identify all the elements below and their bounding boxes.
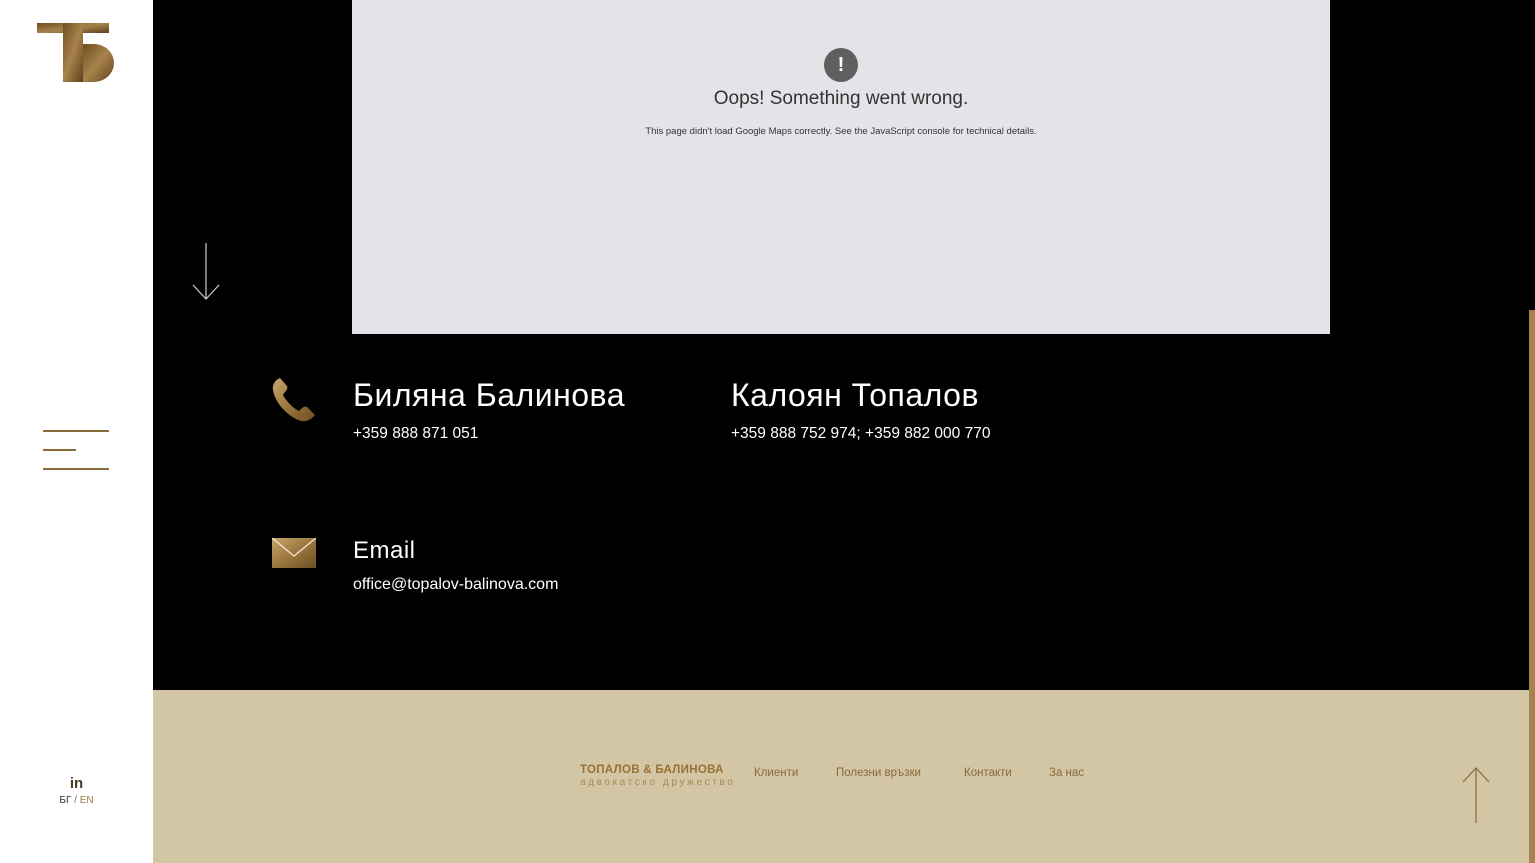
contact-phone-biliana[interactable]: +359 888 871 051 — [353, 425, 478, 443]
phone-icon — [272, 378, 315, 422]
menu-line — [43, 468, 109, 470]
sidebar-footer: in БГ / EN — [0, 775, 153, 806]
tb-monogram-logo[interactable] — [36, 22, 116, 84]
footer-link-about[interactable]: За нас — [1049, 767, 1084, 779]
footer-link-clients[interactable]: Клиенти — [754, 767, 798, 779]
map-error-title: Oops! Something went wrong. — [713, 88, 969, 109]
language-switcher: БГ / EN — [0, 795, 153, 806]
contact-phone-kaloyan[interactable]: +359 888 752 974; +359 882 000 770 — [731, 425, 990, 443]
lang-bg-link[interactable]: БГ — [59, 795, 71, 806]
left-sidebar: in БГ / EN — [0, 0, 153, 863]
menu-line — [43, 449, 76, 451]
google-map-embed[interactable]: ! Oops! Something went wrong. This page … — [352, 0, 1330, 334]
footer-brand-name: ТОПАЛОВ & БАЛИНОВА — [580, 764, 724, 776]
lang-separator: / — [74, 795, 77, 806]
envelope-icon — [272, 538, 316, 568]
menu-line — [43, 430, 109, 432]
footer-link-useful-links[interactable]: Полезни връзки — [836, 767, 921, 779]
scroll-down-arrow-icon[interactable] — [190, 243, 222, 301]
right-edge-accent — [1529, 310, 1535, 863]
hamburger-menu-button[interactable] — [43, 428, 109, 472]
footer-brand-logo[interactable]: ТОПАЛОВ & БАЛИНОВА адвокатско дружество — [580, 764, 740, 788]
error-icon: ! — [824, 48, 858, 82]
map-error-text: This page didn't load Google Maps correc… — [645, 126, 1037, 137]
contact-name-biliana: Биляна Балинова — [353, 377, 625, 413]
footer-brand-tagline: адвокатско дружество — [580, 777, 736, 788]
site-footer: ТОПАЛОВ & БАЛИНОВА адвокатско дружество … — [153, 690, 1529, 863]
contact-name-kaloyan: Калоян Топалов — [731, 377, 979, 413]
footer-link-contacts[interactable]: Контакти — [964, 767, 1012, 779]
email-label: Email — [353, 537, 416, 564]
lang-en-link[interactable]: EN — [80, 795, 94, 806]
scroll-to-top-arrow-icon[interactable] — [1461, 766, 1491, 824]
email-address-link[interactable]: office@topalov-balinova.com — [353, 576, 558, 594]
linkedin-icon[interactable]: in — [0, 775, 153, 793]
